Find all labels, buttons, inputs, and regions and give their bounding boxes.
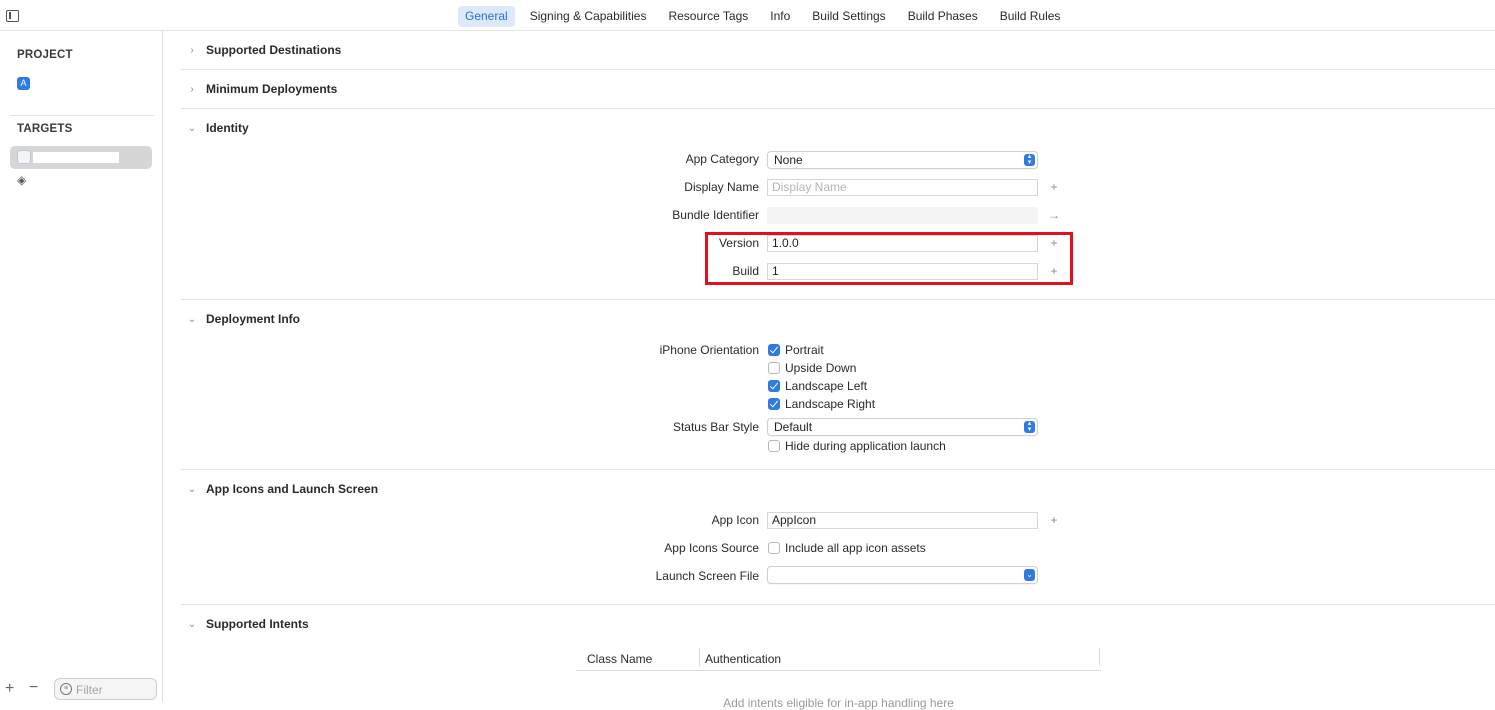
section-title: Minimum Deployments [206,82,338,96]
checkbox-label: Include all app icon assets [785,541,926,555]
remove-target-button[interactable]: − [29,679,38,697]
display-name-label: Display Name [684,180,759,194]
section-app-icons: ⌄ App Icons and Launch Screen [181,470,1495,605]
tab-general[interactable]: General [458,6,515,27]
checkbox-checked[interactable] [768,344,780,356]
chevron-updown-icon: ▴ ▾ [1024,153,1035,166]
section-title: Deployment Info [206,312,301,326]
targets-heading: TARGETS [17,123,73,135]
intents-table-header: Class Name Authentication [576,648,1101,671]
app-icon-label: App Icon [711,513,759,527]
app-icon-field[interactable]: AppIcon [767,512,1038,529]
checkbox-checked[interactable] [768,398,780,410]
tab-build-settings[interactable]: Build Settings [805,6,892,27]
app-icons-source-label: App Icons Source [664,541,759,555]
section-title: Identity [206,121,249,135]
editor-toolbar: General Signing & Capabilities Resource … [0,0,1495,31]
checkbox-label: Upside Down [785,361,857,375]
app-category-value: None [774,153,803,167]
launch-screen-file-select[interactable]: ⌄ [767,566,1038,584]
general-settings-pane: › Supported Destinations › Minimum Deplo… [164,31,1495,710]
version-build-highlight-box [705,232,1073,285]
orientation-landscape-right[interactable]: Landscape Right [768,396,875,412]
target-name-redacted [33,152,119,163]
column-divider [699,648,700,666]
checkbox-label: Landscape Right [785,397,876,411]
section-title: Supported Destinations [206,43,342,57]
checkbox-label: Landscape Left [785,379,868,393]
checkbox-unchecked[interactable] [768,542,780,554]
target-app-icon [17,150,31,164]
iphone-orientation-label: iPhone Orientation [659,343,759,357]
section-title: Supported Intents [206,617,309,631]
app-category-select[interactable]: None ▴ ▾ [767,151,1038,169]
chevron-down-icon: ⌄ [187,483,197,495]
project-app-icon[interactable]: A [17,77,30,90]
project-heading: PROJECT [17,49,73,61]
sidebar-toggle-icon[interactable] [6,10,19,22]
filter-icon: ≡ [60,683,72,695]
target-item-app[interactable] [10,146,152,169]
checkbox-label: Portrait [785,343,824,357]
status-bar-style-select[interactable]: Default ▴ ▾ [767,418,1038,436]
plus-icon[interactable]: + [1048,513,1060,527]
intents-empty-message: Add intents eligible for in-app handling… [723,696,954,710]
section-title: App Icons and Launch Screen [206,482,379,496]
app-category-label: App Category [685,152,759,166]
tab-signing-capabilities[interactable]: Signing & Capabilities [523,6,654,27]
status-bar-style-value: Default [774,420,813,434]
tab-info[interactable]: Info [763,6,797,27]
chevron-down-icon: ⌄ [187,122,197,134]
filter-field[interactable]: ≡ [54,678,157,700]
column-divider [1099,648,1100,666]
chevron-down-icon: ⌄ [1024,569,1035,581]
arrow-right-icon[interactable]: → [1048,208,1060,222]
section-header[interactable]: › Supported Destinations [181,40,341,60]
bundle-identifier-field[interactable] [767,207,1038,224]
section-header[interactable]: ⌄ Deployment Info [181,309,300,329]
add-target-button[interactable]: + [5,680,14,698]
section-header[interactable]: ⌄ App Icons and Launch Screen [181,479,378,499]
checkbox-unchecked[interactable] [768,440,780,452]
section-header[interactable]: ⌄ Supported Intents [181,614,309,634]
orientation-landscape-left[interactable]: Landscape Left [768,378,867,394]
sidebar-divider [10,115,154,116]
display-name-field[interactable]: Display Name [767,179,1038,196]
target-extension-icon[interactable]: ◈ [17,174,29,186]
tab-build-rules[interactable]: Build Rules [993,6,1068,27]
include-all-icon-assets[interactable]: Include all app icon assets [768,540,926,556]
section-header[interactable]: › Minimum Deployments [181,79,337,99]
column-authentication[interactable]: Authentication [705,652,781,666]
checkbox-unchecked[interactable] [768,362,780,374]
chevron-down-icon: ⌄ [187,618,197,630]
checkbox-label: Hide during application launch [785,439,946,453]
orientation-upside-down[interactable]: Upside Down [768,360,856,376]
bundle-identifier-label: Bundle Identifier [672,208,759,222]
chevron-down-icon: ⌄ [187,313,197,325]
project-sidebar: PROJECT A TARGETS ◈ + − ≡ [0,31,163,702]
tab-resource-tags[interactable]: Resource Tags [661,6,755,27]
launch-screen-file-label: Launch Screen File [655,569,759,583]
chevron-updown-icon: ▴ ▾ [1024,420,1035,433]
status-bar-style-label: Status Bar Style [672,420,759,434]
section-minimum-deployments: › Minimum Deployments [181,70,1495,109]
hide-during-launch[interactable]: Hide during application launch [768,438,946,454]
column-class-name[interactable]: Class Name [587,652,652,666]
editor-tabs: General Signing & Capabilities Resource … [458,6,1075,27]
orientation-portrait[interactable]: Portrait [768,342,824,358]
sidebar-bottom-bar: + − ≡ [0,678,163,702]
tab-build-phases[interactable]: Build Phases [901,6,985,27]
plus-icon[interactable]: + [1048,180,1060,194]
checkbox-checked[interactable] [768,380,780,392]
chevron-right-icon: › [190,44,194,56]
section-supported-destinations: › Supported Destinations [181,31,1495,70]
filter-input[interactable] [76,682,154,697]
chevron-right-icon: › [190,83,194,95]
section-header[interactable]: ⌄ Identity [181,118,249,138]
